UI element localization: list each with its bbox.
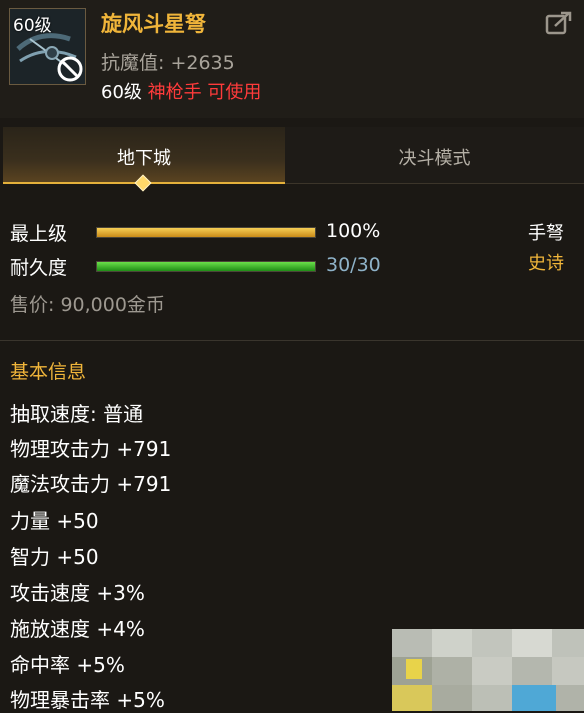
magic-resist-value: 抗魔值: +2635 <box>101 52 235 74</box>
attribute-row: 抽取速度: 普通 <box>10 402 144 426</box>
durability-bar-fill <box>97 262 315 271</box>
tab-dungeon-label: 地下城 <box>117 148 171 169</box>
item-header: 60级 旋风斗星弩 抗魔值: +2635 60级 神枪手 可使用 <box>0 0 584 118</box>
active-tab-marker <box>134 174 152 192</box>
tab-duel-mode[interactable]: 决斗模式 <box>285 127 584 184</box>
required-level: 60级 <box>101 82 142 103</box>
durability-label: 耐久度 <box>10 257 68 279</box>
attribute-row: 魔法攻击力 +791 <box>10 472 172 496</box>
item-level-badge: 60级 <box>13 16 52 36</box>
prohibited-icon <box>57 56 83 82</box>
item-rarity: 史诗 <box>528 253 564 274</box>
durability-bar <box>96 261 316 272</box>
share-icon[interactable] <box>545 10 573 36</box>
sell-price: 售价: 90,000金币 <box>10 294 165 316</box>
attribute-row: 物理暴击率 +5% <box>10 688 165 712</box>
durability-value: 30/30 <box>326 254 381 276</box>
grade-value: 100% <box>326 220 381 242</box>
mode-tabs: 地下城 决斗模式 <box>0 127 584 192</box>
attribute-row: 力量 +50 <box>10 509 99 533</box>
grade-bar <box>96 227 316 238</box>
item-name: 旋风斗星弩 <box>101 12 206 36</box>
attribute-row: 命中率 +5% <box>10 653 125 677</box>
section-title-basic-info: 基本信息 <box>10 361 87 383</box>
tab-dungeon[interactable]: 地下城 <box>3 127 285 192</box>
attribute-row: 物理攻击力 +791 <box>10 437 172 461</box>
grade-bar-fill <box>97 228 315 237</box>
section-divider <box>0 340 584 341</box>
usage-requirement: 60级 神枪手 可使用 <box>101 78 261 104</box>
tab-duel-mode-label: 决斗模式 <box>398 148 471 169</box>
attribute-row: 攻击速度 +3% <box>10 581 145 605</box>
pixelated-overlay <box>392 629 584 711</box>
attribute-row: 施放速度 +4% <box>10 617 145 641</box>
item-icon-frame[interactable]: 60级 <box>9 8 86 85</box>
grade-label: 最上级 <box>10 223 68 245</box>
attribute-row: 智力 +50 <box>10 545 99 569</box>
required-class: 神枪手 可使用 <box>147 82 262 103</box>
item-type: 手弩 <box>528 223 564 244</box>
